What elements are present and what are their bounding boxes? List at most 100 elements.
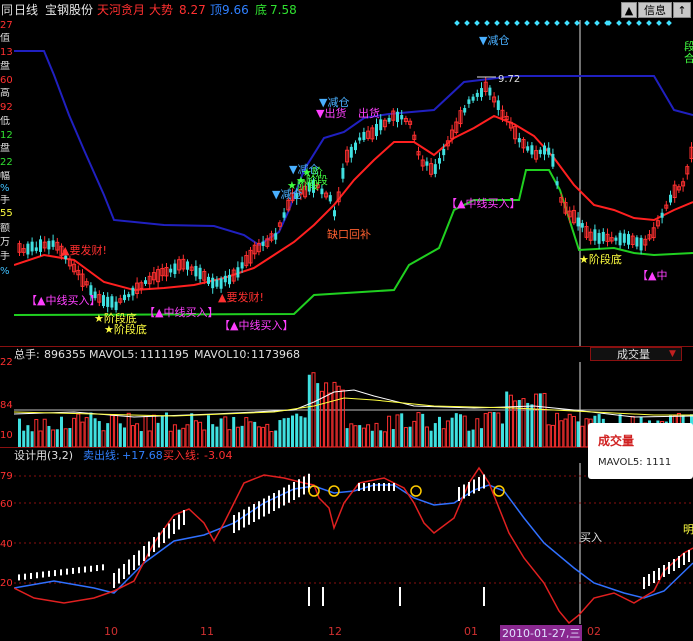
left-glyph: 同 (1, 3, 14, 17)
volume-bar (165, 412, 168, 447)
volume-bar (253, 421, 257, 447)
period-label[interactable]: 日线 (14, 4, 38, 17)
candle-body (26, 243, 30, 255)
top-label: 顶 (210, 3, 223, 17)
price-high-label: 9.72 (498, 74, 520, 85)
candle-body (131, 287, 135, 296)
volume-bar (26, 425, 30, 447)
sell-line-label: 卖出线: (83, 449, 120, 462)
left-axis-item: 值 (0, 33, 10, 44)
candle-body (639, 237, 643, 251)
candle-body (379, 119, 383, 131)
mavol5-label: MAVOL5: (89, 348, 139, 361)
volume-bar (391, 429, 395, 447)
candle-body (580, 223, 584, 228)
candle-body (555, 181, 559, 186)
candle-body (34, 247, 38, 251)
candle-body (39, 239, 42, 252)
candle-body (488, 87, 492, 96)
candle-body (358, 137, 362, 141)
candle-body (102, 295, 105, 307)
volume-bar (240, 425, 244, 447)
toolbar-button-arrow[interactable]: ↑ (673, 2, 691, 18)
left-axis-item: 盘 (0, 61, 10, 72)
volume-bar (190, 413, 194, 447)
candle-body (622, 233, 626, 243)
volume-total-value: 896355 (44, 348, 86, 361)
bottom-value: 7.58 (270, 3, 297, 17)
volume-bar (421, 413, 425, 447)
volume-bar (60, 416, 63, 447)
candle-body (442, 148, 446, 156)
indicator-selector[interactable]: 成交量 ▼ (590, 347, 682, 361)
candle-body (144, 280, 147, 284)
current-date-label: 2010-01-27,三 (500, 625, 583, 641)
info-button[interactable]: 信息 (638, 2, 672, 18)
volume-axis-labels: 22 84 10 (0, 357, 14, 447)
toolbar: ▲ 信息 ↑ (621, 1, 693, 19)
mavol10-value: 1173968 (251, 348, 300, 361)
volume-bar (219, 418, 223, 447)
volume-bar (123, 427, 126, 447)
left-axis-item: 27 (0, 20, 13, 31)
left-axis-item: % (0, 183, 10, 194)
volume-bar (370, 430, 374, 447)
candle-body (425, 161, 429, 166)
candle-body (463, 108, 467, 113)
indicator-chart[interactable]: 买入 明 (14, 463, 693, 624)
left-axis-item: % (0, 266, 10, 277)
candle-body (362, 131, 366, 140)
volume-bar (538, 393, 542, 447)
candle-body (198, 267, 202, 280)
volume-bar (282, 418, 286, 447)
volume-bar (345, 428, 349, 447)
indicator-axis-value: 20 (0, 578, 13, 589)
volume-axis-value: 22 (0, 357, 13, 368)
trend-label: 大势 (149, 3, 174, 17)
volume-bar (307, 374, 311, 447)
volume-bar (303, 417, 307, 447)
toolbar-button-up[interactable]: ▲ (621, 2, 637, 18)
volume-bar (299, 416, 303, 447)
volume-bar (291, 415, 294, 447)
volume-bar (492, 412, 496, 447)
candle-body (228, 274, 231, 285)
indicator-axis-value: 40 (0, 539, 13, 550)
chart-annotation: 【▲中线买入】 (26, 293, 100, 307)
price-chart[interactable]: ▼减仓▼减仓▼出货▼减仓▼减仓★阶段底★阶段底★阶段底▲要发财!▲要发财!【▲中… (14, 20, 693, 346)
mavol5-value: 1111195 (140, 348, 189, 361)
volume-bar (576, 421, 580, 447)
volume-tooltip: 成交量 MAVOL5: 1111 (588, 423, 693, 479)
left-axis-item: 手 (0, 195, 10, 206)
candle-body (669, 194, 672, 203)
candle-body (627, 234, 630, 245)
date-axis: 10 11 12 01 2010-01-27,三 02 (14, 624, 693, 641)
candle-body (475, 92, 479, 97)
candle-body (530, 145, 534, 155)
indicator-axis-value: 79 (0, 471, 13, 482)
sell-line-value: +17.68 (122, 449, 163, 462)
trend-value: 8.27 (179, 3, 206, 17)
left-axis-item: 60 (0, 75, 13, 86)
left-axis-item: 92 (0, 102, 13, 113)
left-axis-item: 低 (0, 116, 10, 127)
volume-bar (526, 402, 530, 447)
mavol10-label: MAVOL10: (194, 348, 251, 361)
bottom-label: 底 (255, 3, 268, 17)
header-bar: 同 日线 宝钢股份 天河贪月 大势 8.27 顶 9.66 底 7.58 (0, 0, 693, 20)
candle-body (614, 237, 618, 241)
chevron-down-icon: ▼ (669, 349, 676, 359)
candle-body (354, 142, 357, 151)
stock-name: 宝钢股份 (45, 3, 94, 17)
candle-body (328, 195, 332, 202)
volume-bar (505, 391, 509, 447)
candle-body (219, 278, 223, 289)
candle-body (123, 294, 126, 301)
candle-body (597, 233, 601, 244)
candle-body (635, 237, 639, 247)
volume-bar (379, 430, 383, 447)
volume-bar (139, 431, 143, 447)
candle-body (593, 229, 597, 241)
volume-bar (68, 428, 72, 447)
candle-body (601, 231, 605, 242)
